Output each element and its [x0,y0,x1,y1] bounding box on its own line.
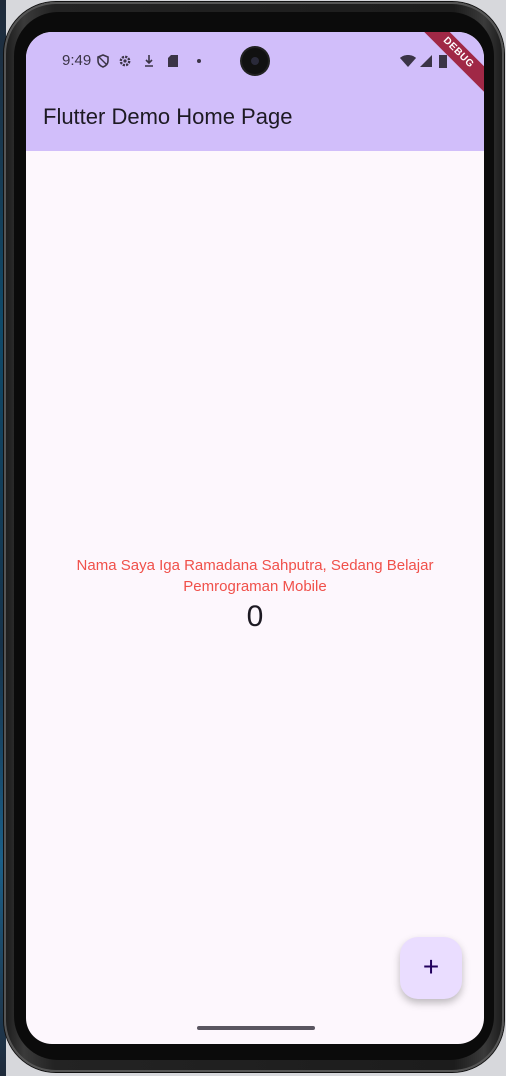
add-icon: + [422,951,440,982]
dot-icon [192,54,206,68]
signal-icon [419,54,433,68]
status-bar: 9:49 DEBUG [26,32,484,102]
phone-screen: 9:49 DEBUG Flutter Demo Home Page Nama S… [26,32,484,1044]
shield-icon [96,54,110,68]
counter-value: 0 [246,600,264,633]
intro-message: Nama Saya Iga Ramadana Sahputra, Sedang … [76,557,434,595]
front-camera [242,48,268,74]
download-icon [142,54,156,68]
status-time: 9:49 [62,52,92,69]
page-title: Flutter Demo Home Page [43,104,293,129]
settings-icon [118,54,132,68]
increment-button[interactable]: + [400,937,462,999]
home-gesture-bar[interactable] [197,1026,315,1030]
sd-card-icon [166,54,180,68]
main-content: Nama Saya Iga Ramadana Sahputra, Sedang … [26,151,484,1044]
app-bar: 9:49 DEBUG Flutter Demo Home Page [26,32,484,151]
battery-icon [438,54,448,68]
wifi-icon [400,54,416,68]
